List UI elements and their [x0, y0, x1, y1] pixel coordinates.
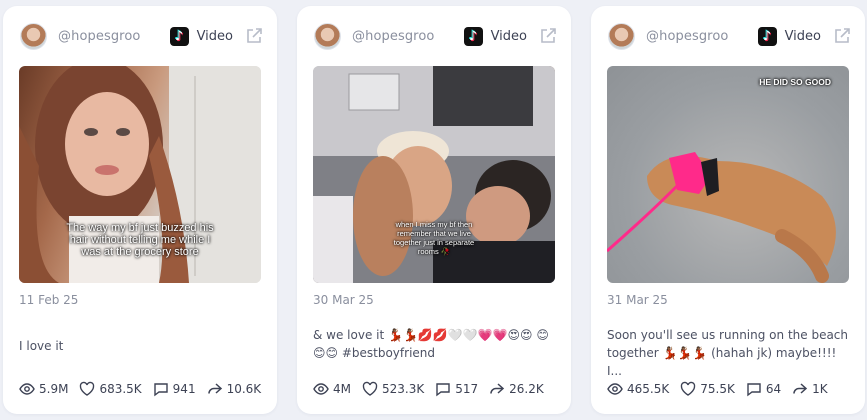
avatar[interactable] — [608, 22, 635, 50]
heart-icon — [681, 381, 696, 396]
video-thumbnail[interactable]: The way my bf just buzzed his hair witho… — [19, 66, 261, 283]
video-thumbnail[interactable]: when I miss my bf then remember that we … — [313, 66, 555, 283]
share-icon — [207, 383, 222, 394]
video-overlay-text: HE DID SO GOOD — [759, 77, 831, 87]
comment-icon — [153, 383, 168, 397]
views-stat: 465.5K — [607, 381, 669, 397]
post-caption: Soon you'll see us running on the beach … — [607, 328, 849, 378]
comments-count: 517 — [455, 382, 479, 396]
post-card[interactable]: @hopesgroo ♪ Video when I miss my bf the… — [297, 6, 571, 414]
shares-count: 26.2K — [509, 382, 544, 396]
views-count: 465.5K — [627, 382, 670, 396]
views-count: 4M — [333, 382, 351, 396]
thumbnail-illustration — [607, 152, 836, 283]
external-link-icon[interactable] — [833, 27, 851, 45]
likes-stat: 523.3K — [362, 381, 424, 397]
views-count: 5.9M — [39, 382, 69, 396]
video-overlay-text: The way my bf just buzzed his hair witho… — [66, 222, 214, 258]
heart-icon — [362, 381, 378, 396]
tiktok-icon: ♪ — [757, 26, 777, 46]
platform-label: Video — [196, 28, 233, 44]
post-caption: & we love it 💃🏾💃🏾💋💋🤍🤍💗💗😍😍 😊😊😊 #bestboyfr… — [313, 328, 549, 360]
shares-count: 1K — [812, 382, 828, 396]
post-card[interactable]: @hopesgroo ♪ Video The way my bf just bu… — [3, 6, 277, 414]
post-header: @hopesgroo ♪ Video — [314, 22, 557, 50]
tiktok-icon: ♪ — [169, 26, 189, 46]
account-handle[interactable]: @hopesgroo — [352, 29, 434, 44]
account-handle[interactable]: @hopesgroo — [58, 29, 140, 44]
likes-count: 523.3K — [382, 382, 425, 396]
post-stats: 4M 523.3K 517 26.2K — [313, 381, 561, 397]
views-stat: 5.9M — [19, 381, 68, 397]
comments-count: 64 — [765, 382, 782, 396]
external-link-icon[interactable] — [539, 27, 557, 45]
video-thumbnail[interactable]: HE DID SO GOOD — [607, 66, 849, 283]
likes-count: 75.5K — [700, 382, 735, 396]
share-icon — [793, 383, 808, 394]
post-header: @hopesgroo ♪ Video — [608, 22, 851, 50]
comments-count: 941 — [172, 382, 196, 396]
post-stats: 5.9M 683.5K 941 10.6K — [19, 381, 267, 397]
heart-icon — [80, 381, 95, 396]
avatar[interactable] — [314, 22, 341, 50]
likes-stat: 683.5K — [79, 381, 142, 397]
likes-stat: 75.5K — [680, 381, 735, 397]
likes-count: 683.5K — [99, 382, 142, 396]
post-stats: 465.5K 75.5K 64 1K — [607, 381, 855, 397]
comment-icon — [747, 383, 761, 397]
post-date: 31 Mar 25 — [607, 293, 668, 307]
comments-stat: 941 — [153, 381, 196, 397]
eye-icon — [19, 383, 35, 395]
eye-icon — [607, 383, 623, 395]
external-link-icon[interactable] — [245, 27, 263, 45]
tiktok-icon: ♪ — [463, 26, 483, 46]
shares-count: 10.6K — [226, 382, 262, 396]
comments-stat: 517 — [435, 381, 478, 397]
eye-icon — [313, 383, 329, 395]
avatar[interactable] — [20, 22, 47, 50]
views-stat: 4M — [313, 381, 351, 397]
shares-stat: 10.6K — [207, 381, 262, 397]
comment-icon — [436, 383, 450, 397]
share-icon — [490, 383, 505, 394]
platform-label: Video — [490, 28, 527, 44]
platform-label: Video — [784, 28, 821, 44]
video-overlay-text: when I miss my bf then remember that we … — [393, 220, 475, 256]
account-handle[interactable]: @hopesgroo — [646, 29, 728, 44]
shares-stat: 26.2K — [489, 381, 544, 397]
shares-stat: 1K — [792, 381, 828, 397]
post-date: 11 Feb 25 — [19, 293, 79, 307]
post-header: @hopesgroo ♪ Video — [20, 22, 263, 50]
post-date: 30 Mar 25 — [313, 293, 374, 307]
post-card[interactable]: @hopesgroo ♪ Video HE DID SO GOOD 31 Mar… — [591, 6, 865, 414]
comments-stat: 64 — [746, 381, 781, 397]
post-caption: I love it — [19, 339, 64, 353]
